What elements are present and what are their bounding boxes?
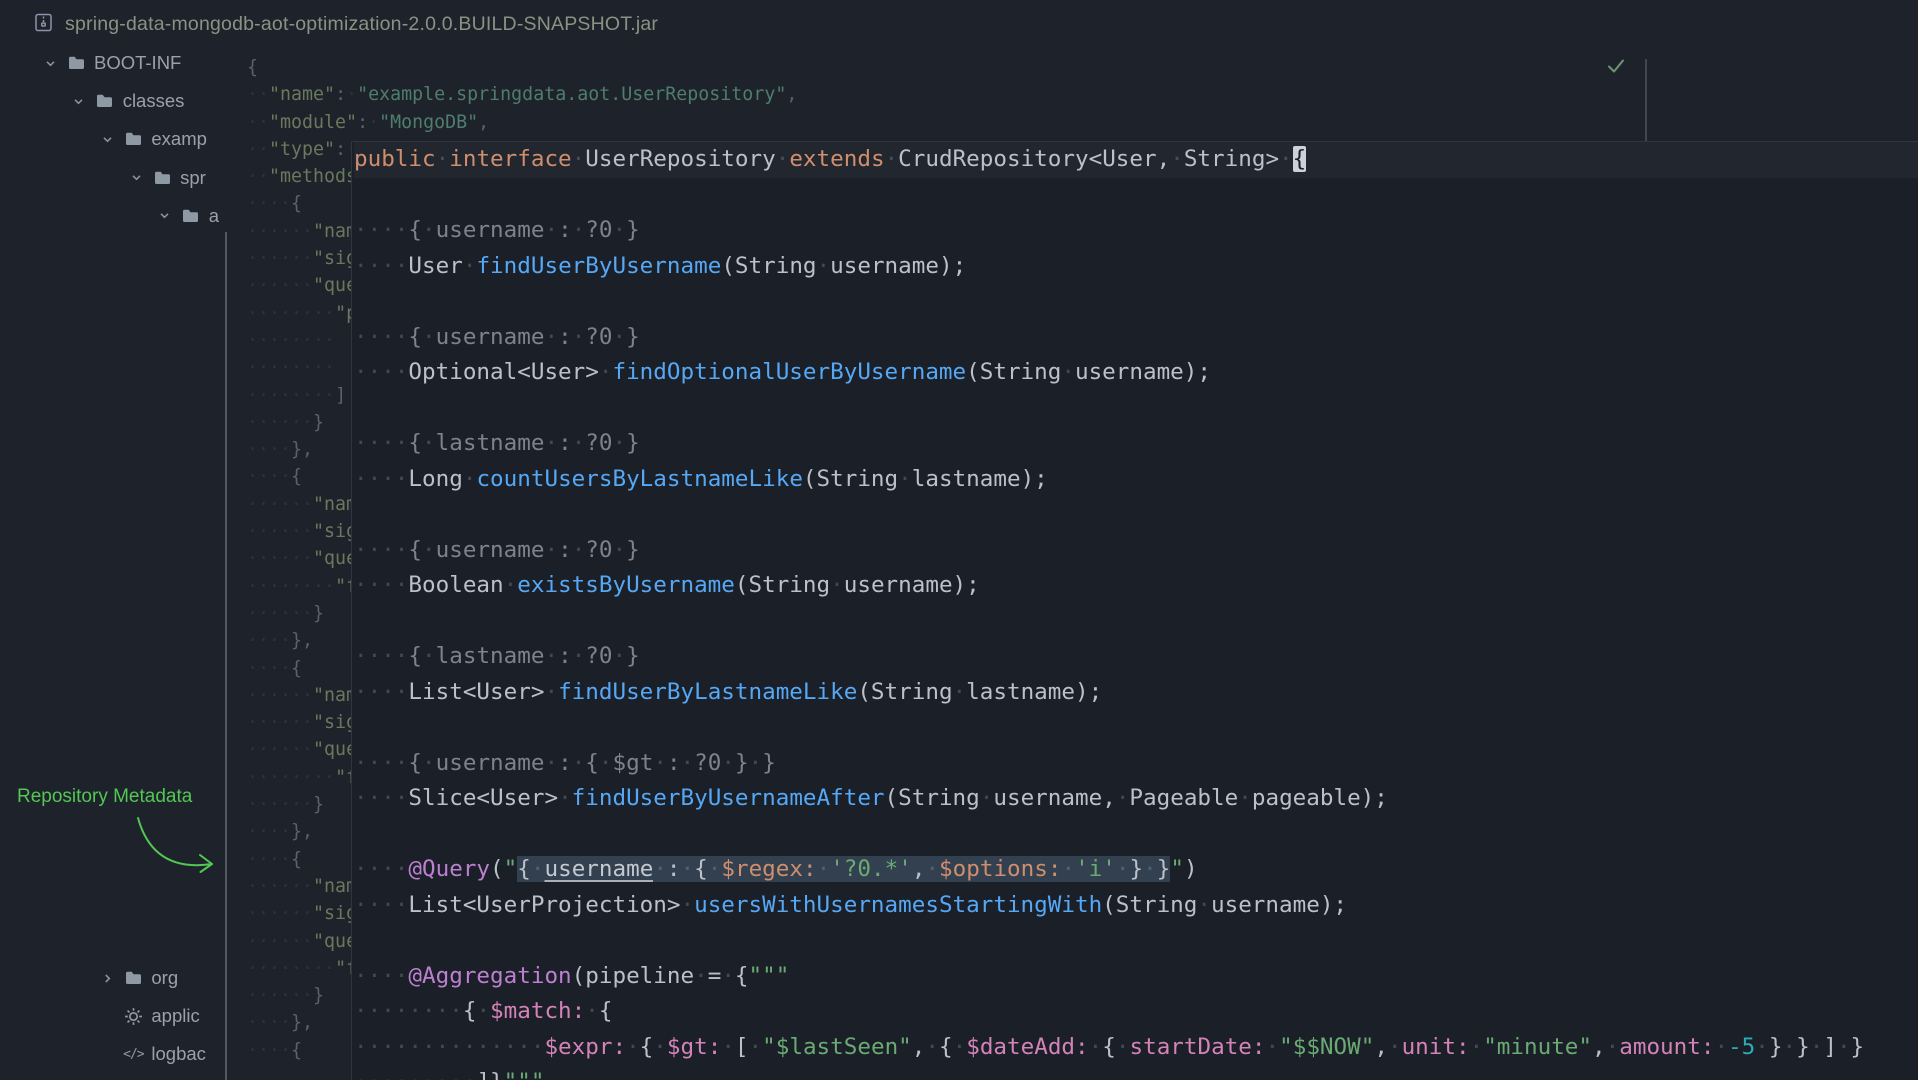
project-tree-bottom: org applic </>logbac — [37, 959, 206, 1074]
code-line — [354, 923, 1918, 959]
tree-item-boot-inf[interactable]: BOOT-INF — [37, 44, 219, 82]
code-line: ····Slice<User>·findUserByUsernameAfter(… — [354, 781, 1918, 817]
folder-icon — [149, 170, 175, 186]
code-line: ····Boolean·existsByUsername(String·user… — [354, 568, 1918, 604]
code-line: { — [247, 54, 1645, 81]
code-line: ····User·findUserByUsername(String·usern… — [354, 249, 1918, 285]
code-line: public·interface·UserRepository·extends·… — [354, 142, 1918, 178]
code-line: ····Optional<User>·findOptionalUserByUse… — [354, 355, 1918, 391]
tree-item-label: BOOT-INF — [89, 52, 181, 74]
code-line — [354, 497, 1918, 533]
annotation-label: Repository Metadata — [17, 786, 317, 808]
xml-icon: </> — [120, 1047, 146, 1062]
tree-item-label: spr — [175, 167, 206, 189]
code-line: ····@Aggregation(pipeline·=·{""" — [354, 959, 1918, 995]
tree-item-logbac[interactable]: </>logbac — [37, 1035, 206, 1073]
folder-icon — [63, 55, 89, 71]
inspections-check-icon[interactable] — [1606, 57, 1626, 80]
code-line: ····List<User>·findUserByLastnameLike(St… — [354, 675, 1918, 711]
window-title: spring-data-mongodb-aot-optimization-2.0… — [65, 13, 658, 36]
editor-right-edge — [1645, 59, 1647, 144]
tree-item-a[interactable]: a — [37, 197, 219, 235]
code-line — [354, 284, 1918, 320]
folder-icon — [120, 131, 146, 147]
tree-item-org[interactable]: org — [37, 959, 206, 997]
code-line: ·········]}""" — [354, 1065, 1918, 1080]
folder-icon — [92, 93, 118, 109]
code-line — [354, 817, 1918, 853]
code-line — [354, 178, 1918, 214]
tree-item-label: a — [204, 205, 219, 227]
code-line — [354, 391, 1918, 427]
project-tree-top: BOOT-INF classes examp spr a — [37, 44, 219, 235]
code-line: ····{·username·:·?0·} — [354, 320, 1918, 356]
folder-icon — [178, 208, 204, 224]
annotation-arrow — [120, 812, 240, 892]
chevron-down-icon[interactable] — [152, 209, 178, 222]
code-line: ····{·username·:·{·$gt·:·?0·}·} — [354, 746, 1918, 782]
code-line: ····{·username·:·?0·} — [354, 533, 1918, 569]
chevron-down-icon[interactable] — [37, 57, 63, 70]
tree-item-applic[interactable]: applic — [37, 997, 206, 1035]
chevron-down-icon[interactable] — [123, 171, 149, 184]
code-line: ····{·lastname·:·?0·} — [354, 426, 1918, 462]
tree-item-spr[interactable]: spr — [37, 159, 219, 197]
code-line — [354, 604, 1918, 640]
tree-item-label: applic — [146, 1005, 199, 1027]
folder-icon — [120, 970, 146, 986]
tree-item-label: org — [146, 967, 178, 989]
jar-archive-icon — [33, 12, 54, 38]
chevron-down-icon[interactable] — [94, 133, 120, 146]
chevron-right-icon[interactable] — [94, 972, 120, 985]
tree-item-examp[interactable]: examp — [37, 120, 219, 158]
tree-item-classes[interactable]: classes — [37, 82, 219, 120]
chevron-down-icon[interactable] — [66, 95, 92, 108]
code-line — [354, 710, 1918, 746]
code-line: ····Long·countUsersByLastnameLike(String… — [354, 462, 1918, 498]
code-popup[interactable]: public·interface·UserRepository·extends·… — [351, 141, 1918, 1080]
code-line: ··"name":·"example.springdata.aot.UserRe… — [247, 81, 1645, 108]
code-line: ····List<UserProjection>·usersWithUserna… — [354, 888, 1918, 924]
title-bar: spring-data-mongodb-aot-optimization-2.0… — [0, 0, 1918, 49]
annotation: Repository Metadata — [17, 786, 317, 916]
panel-splitter[interactable] — [225, 232, 227, 1080]
code-line: ········{·$match:·{ — [354, 994, 1918, 1030]
code-line: ··"module":·"MongoDB", — [247, 109, 1645, 136]
code-line: ····{·lastname·:·?0·} — [354, 639, 1918, 675]
gear-icon — [120, 1007, 146, 1026]
tree-item-label: examp — [146, 128, 207, 150]
tree-item-label: classes — [118, 90, 185, 112]
code-line: ··············$expr:·{·$gt:·[·"$lastSeen… — [354, 1030, 1918, 1066]
code-line: ····@Query("{·username·:·{·$regex:·'?0.*… — [354, 852, 1918, 888]
code-line: ····{·username·:·?0·} — [354, 213, 1918, 249]
tree-item-label: logbac — [146, 1043, 206, 1065]
